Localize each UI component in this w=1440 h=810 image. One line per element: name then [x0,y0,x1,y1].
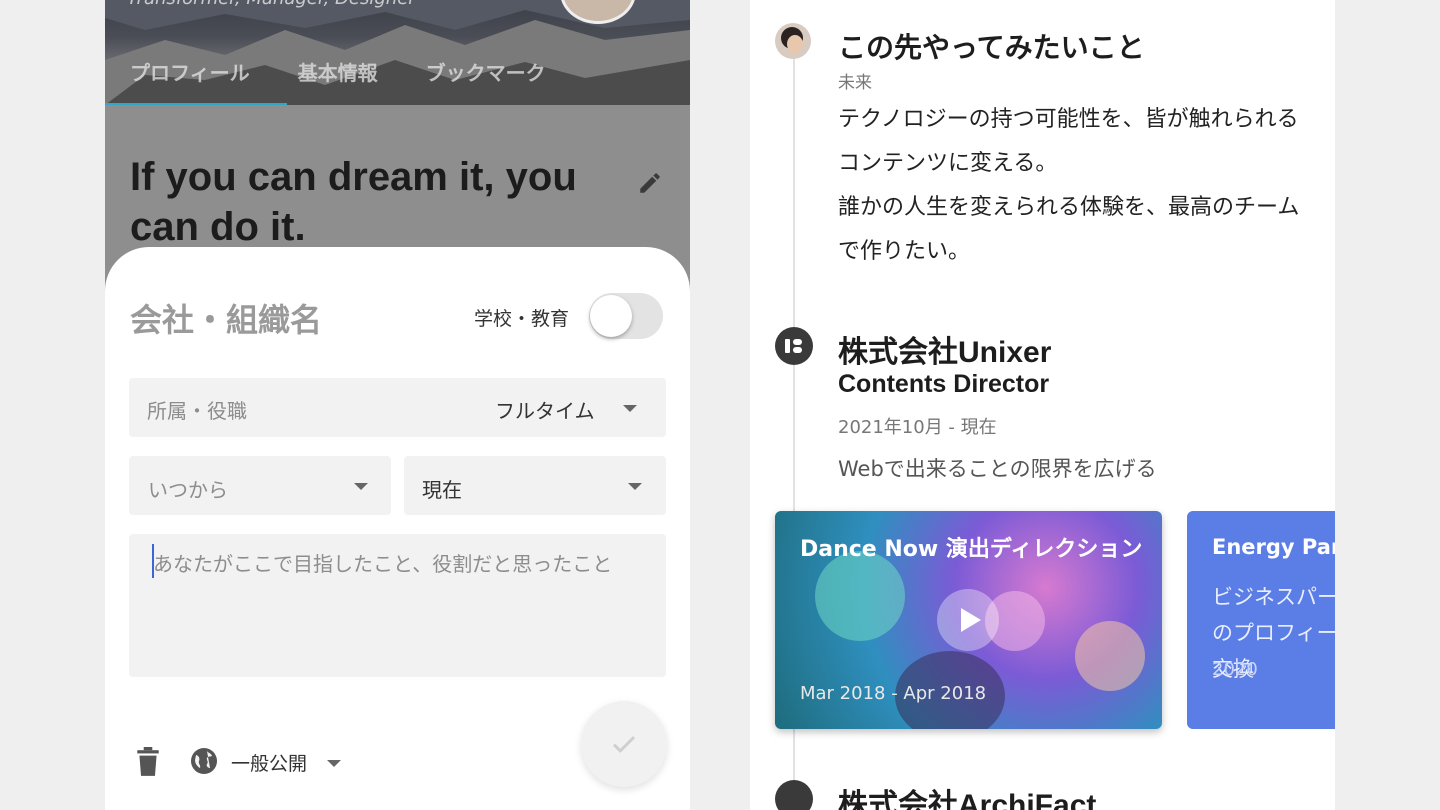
profile-edit-screen: Transformer, Manager, Designer プロフィール 基本… [105,0,690,810]
future-section-body: テクノロジーの持つ可能性を、皆が触れられるコンテンツに変える。 誰かの人生を変え… [838,107,1300,264]
active-tab-indicator [105,103,287,105]
company-period: 2021年10月 - 現在 [838,417,997,438]
card-period: Mar 2018 - Apr 2018 [800,683,987,704]
hero-caption: Transformer, Manager, Designer [127,0,416,9]
end-date-select[interactable]: 現在 [404,456,666,515]
profile-timeline-screen: この先やってみたいこと 未来 テクノロジーの持つ可能性を、皆が触れられるコンテン… [750,0,1335,810]
position-field[interactable]: 所属・役職 フルタイム [129,378,666,437]
company-name[interactable]: 株式会社Unixer [838,327,1051,371]
chevron-down-icon [628,483,642,490]
future-section-subtitle: 未来 [838,73,872,93]
chevron-down-icon[interactable] [623,405,637,412]
pencil-icon[interactable] [637,170,663,196]
profile-quote: If you can dream it, you can do it. [130,155,577,249]
company-description: Webで出来ることの限界を広げる [838,457,1157,481]
company-edit-sheet: 会社・組織名 学校・教育 所属・役職 フルタイム いつから 現在 あなたがここで… [105,247,690,810]
school-toggle[interactable] [589,293,663,339]
check-icon [612,736,636,753]
save-button[interactable] [581,701,667,787]
company-logo-icon [775,780,813,810]
sheet-actions: 一般公開 [105,701,690,797]
start-date-placeholder: いつから [148,478,228,502]
avatar [775,23,811,59]
project-card-dance-now[interactable]: Dance Now 演出ディレクション Mar 2018 - Apr 2018 [775,511,1162,729]
profile-header: Transformer, Manager, Designer プロフィール 基本… [105,0,690,105]
chevron-down-icon[interactable] [327,760,341,767]
description-textarea[interactable]: あなたがここで目指したこと、役割だと思ったこと [129,534,666,677]
profile-tabs: プロフィール 基本情報 ブックマーク [130,57,546,86]
school-toggle-label: 学校・教育 [474,308,570,330]
future-section-title: この先やってみたいこと [838,31,1145,64]
description-placeholder: あなたがここで目指したこと、役割だと思ったこと [153,552,613,576]
tab-basic-info[interactable]: 基本情報 [298,57,378,86]
chevron-down-icon [354,483,368,490]
company-name[interactable]: 株式会社ArchiFact [838,780,1096,810]
quote-section: If you can dream it, you can do it. [105,106,690,266]
employment-type-select[interactable]: フルタイム [495,395,595,424]
company-role: Contents Director [838,370,1050,398]
project-card-energy-party[interactable]: Energy Party ビジネスパーソンのプロフィールを交換 2020 [1187,511,1335,729]
play-icon [961,608,981,632]
end-date-value: 現在 [422,478,462,502]
company-logo-icon [775,327,813,365]
trash-icon[interactable] [135,747,161,777]
start-date-select[interactable]: いつから [129,456,391,515]
toggle-knob [590,295,632,337]
company-name-input[interactable]: 会社・組織名 [130,295,322,341]
position-placeholder: 所属・役職 [147,399,247,423]
card-title: Energy Party [1212,535,1335,559]
visibility-select[interactable]: 一般公開 [231,749,307,776]
play-button[interactable] [937,589,999,651]
tab-profile[interactable]: プロフィール [130,57,250,86]
card-title: Dance Now 演出ディレクション [800,537,1143,562]
card-period: 2020 [1212,659,1258,680]
globe-icon [191,748,217,774]
tab-bookmarks[interactable]: ブックマーク [426,57,546,86]
